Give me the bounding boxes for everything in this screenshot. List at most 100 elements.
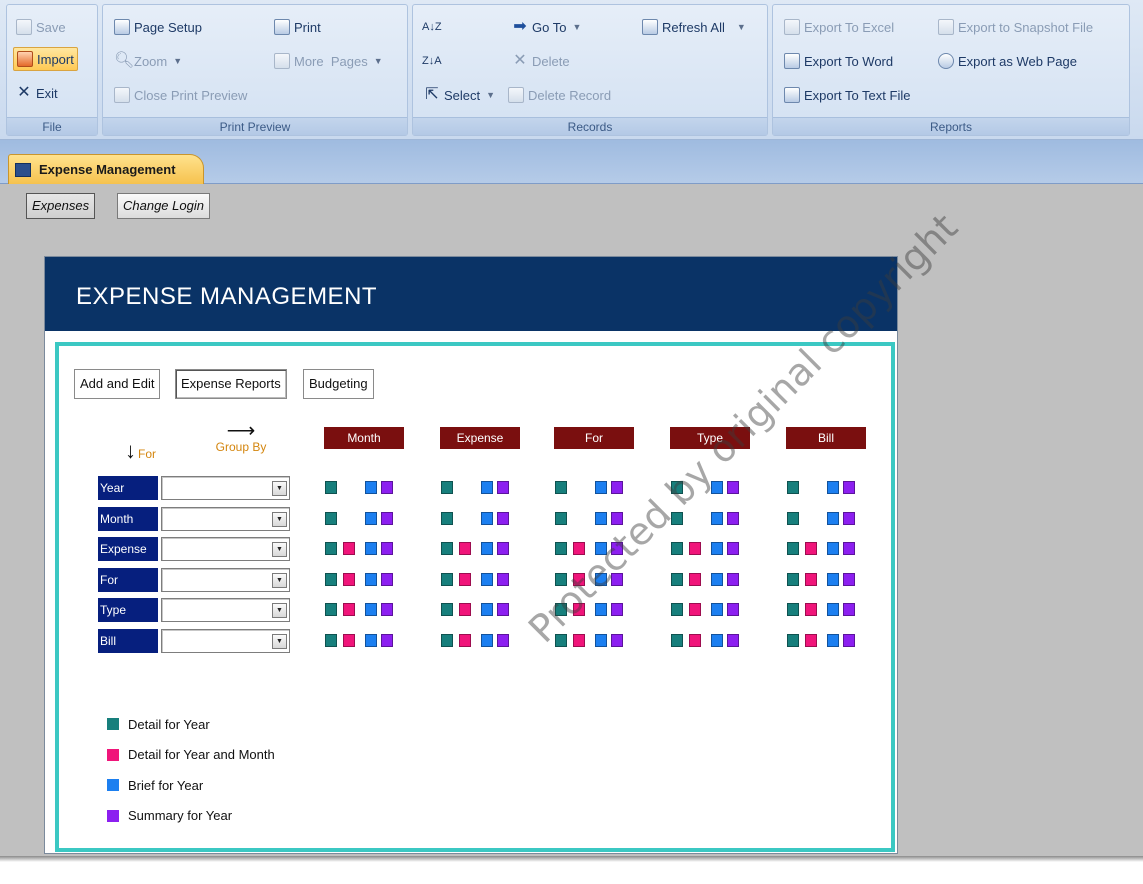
more-pages-button[interactable]: More Pages ▼: [271, 49, 386, 73]
go-to-button[interactable]: ➡ Go To ▼: [509, 15, 584, 39]
report-button-blue-bill-type[interactable]: [711, 633, 723, 647]
delete-button[interactable]: ✕ Delete: [509, 49, 573, 73]
tab-expense-management[interactable]: Expense Management: [8, 154, 204, 184]
report-button-purple-month-for[interactable]: [611, 511, 623, 525]
report-button-purple-type-month[interactable]: [381, 603, 393, 616]
report-button-purple-bill-bill[interactable]: [843, 633, 855, 647]
report-button-blue-year-bill[interactable]: [827, 481, 839, 494]
report-button-blue-bill-month[interactable]: [365, 633, 377, 647]
report-button-purple-year-month[interactable]: [381, 481, 393, 494]
report-button-teal-month-for[interactable]: [555, 511, 567, 525]
report-button-blue-for-type[interactable]: [711, 572, 723, 586]
chevron-down-icon[interactable]: ▼: [272, 572, 287, 588]
export-text-button[interactable]: Export To Text File: [781, 83, 913, 107]
report-button-teal-expense-type[interactable]: [671, 542, 683, 555]
report-button-teal-for-type[interactable]: [671, 572, 683, 586]
group-by-select-year[interactable]: ▼: [161, 476, 290, 500]
report-button-teal-bill-for[interactable]: [555, 633, 567, 647]
chevron-down-icon[interactable]: ▼: [272, 603, 287, 618]
close-print-preview-button[interactable]: Close Print Preview: [111, 83, 250, 107]
export-snapshot-button[interactable]: Export to Snapshot File: [935, 15, 1096, 39]
report-button-pink-for-type[interactable]: [689, 572, 701, 586]
tab-expense-reports[interactable]: Expense Reports: [175, 369, 287, 399]
report-button-purple-month-type[interactable]: [727, 511, 739, 525]
report-button-blue-bill-bill[interactable]: [827, 633, 839, 647]
group-by-select-bill[interactable]: ▼: [161, 628, 290, 653]
report-button-pink-bill-type[interactable]: [689, 633, 701, 647]
report-button-pink-expense-for[interactable]: [573, 542, 585, 555]
report-button-blue-type-type[interactable]: [711, 603, 723, 616]
report-button-teal-year-expense[interactable]: [441, 481, 453, 494]
report-button-purple-expense-bill[interactable]: [843, 542, 855, 555]
export-excel-button[interactable]: Export To Excel: [781, 15, 897, 39]
export-web-button[interactable]: Export as Web Page: [935, 49, 1080, 73]
report-button-blue-year-month[interactable]: [365, 481, 377, 494]
report-button-pink-for-month[interactable]: [343, 572, 355, 586]
group-by-select-month[interactable]: ▼: [161, 506, 290, 531]
report-button-blue-month-type[interactable]: [711, 511, 723, 525]
report-button-purple-type-type[interactable]: [727, 603, 739, 616]
report-button-pink-type-expense[interactable]: [459, 603, 471, 616]
report-button-blue-year-type[interactable]: [711, 481, 723, 494]
report-button-blue-month-bill[interactable]: [827, 511, 839, 525]
report-button-blue-for-bill[interactable]: [827, 572, 839, 586]
report-button-purple-bill-type[interactable]: [727, 633, 739, 647]
report-button-blue-bill-expense[interactable]: [481, 633, 493, 647]
report-button-blue-type-bill[interactable]: [827, 603, 839, 616]
report-button-teal-month-type[interactable]: [671, 511, 683, 525]
report-button-teal-year-for[interactable]: [555, 481, 567, 494]
report-button-purple-type-bill[interactable]: [843, 603, 855, 616]
report-button-purple-for-for[interactable]: [611, 572, 623, 586]
report-button-purple-bill-month[interactable]: [381, 633, 393, 647]
report-button-pink-for-for[interactable]: [573, 572, 585, 586]
report-button-teal-expense-month[interactable]: [325, 542, 337, 555]
change-login-button[interactable]: Change Login: [117, 193, 210, 219]
report-button-purple-year-expense[interactable]: [497, 481, 509, 494]
report-button-blue-month-for[interactable]: [595, 511, 607, 525]
report-button-teal-month-month[interactable]: [325, 511, 337, 525]
group-by-select-type[interactable]: ▼: [161, 598, 290, 622]
chevron-down-icon[interactable]: ▼: [272, 511, 287, 527]
report-button-purple-year-bill[interactable]: [843, 481, 855, 494]
report-button-blue-bill-for[interactable]: [595, 633, 607, 647]
report-button-teal-expense-bill[interactable]: [787, 542, 799, 555]
group-by-select-for[interactable]: ▼: [161, 567, 290, 592]
expenses-button[interactable]: Expenses: [26, 193, 96, 219]
report-button-pink-expense-month[interactable]: [343, 542, 355, 555]
chevron-down-icon[interactable]: ▼: [272, 633, 287, 649]
report-button-teal-for-expense[interactable]: [441, 572, 453, 586]
zoom-button[interactable]: 🔍︎ Zoom ▼: [111, 49, 185, 73]
print-button[interactable]: Print: [271, 15, 324, 39]
report-button-purple-for-bill[interactable]: [843, 572, 855, 586]
report-button-teal-bill-bill[interactable]: [787, 633, 799, 647]
report-button-purple-expense-month[interactable]: [381, 542, 393, 555]
import-button[interactable]: Import: [13, 47, 78, 71]
report-button-teal-month-expense[interactable]: [441, 511, 453, 525]
report-button-pink-type-for[interactable]: [573, 603, 585, 616]
report-button-blue-expense-bill[interactable]: [827, 542, 839, 555]
report-button-blue-month-month[interactable]: [365, 511, 377, 525]
tab-budgeting[interactable]: Budgeting: [303, 369, 374, 399]
report-button-purple-month-expense[interactable]: [497, 511, 509, 525]
report-button-blue-type-month[interactable]: [365, 603, 377, 616]
report-button-teal-type-expense[interactable]: [441, 603, 453, 616]
report-button-purple-expense-type[interactable]: [727, 542, 739, 555]
report-button-purple-month-bill[interactable]: [843, 511, 855, 525]
exit-button[interactable]: ✕ Exit: [13, 81, 61, 105]
report-button-teal-month-bill[interactable]: [787, 511, 799, 525]
delete-record-button[interactable]: Delete Record: [505, 83, 614, 107]
report-button-teal-type-bill[interactable]: [787, 603, 799, 616]
report-button-purple-for-type[interactable]: [727, 572, 739, 586]
page-setup-button[interactable]: Page Setup: [111, 15, 205, 39]
report-button-blue-type-for[interactable]: [595, 603, 607, 616]
report-button-teal-for-for[interactable]: [555, 572, 567, 586]
report-button-purple-year-for[interactable]: [611, 481, 623, 494]
tab-add-and-edit[interactable]: Add and Edit: [74, 369, 161, 399]
report-button-blue-year-expense[interactable]: [481, 481, 493, 494]
report-button-blue-expense-type[interactable]: [711, 542, 723, 555]
report-button-teal-bill-month[interactable]: [325, 633, 337, 647]
report-button-pink-bill-for[interactable]: [573, 633, 585, 647]
report-button-blue-for-month[interactable]: [365, 572, 377, 586]
report-button-pink-type-month[interactable]: [343, 603, 355, 616]
chevron-down-icon[interactable]: ▼: [272, 481, 287, 496]
